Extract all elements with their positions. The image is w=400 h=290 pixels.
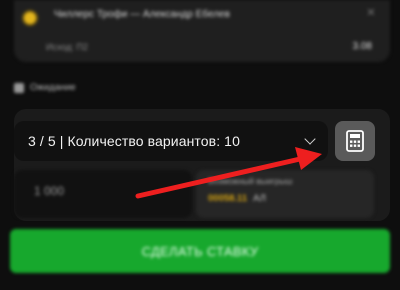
odds-value: 3.08 [352, 41, 372, 52]
clock-icon [14, 82, 24, 93]
close-icon[interactable]: ✕ [364, 6, 378, 20]
section-label: Ожидание [14, 82, 76, 93]
match-title: Чиллерс Трофи — Александр Ебелев [54, 9, 230, 20]
place-bet-label: СДЕЛАТЬ СТАВКУ [141, 243, 259, 259]
potential-win-amount: 00058.11 АЛ [208, 193, 362, 204]
stake-input[interactable]: 1 000 [14, 170, 192, 218]
system-variants-text: 3 / 5 | Количество вариантов: 10 [28, 133, 240, 149]
market-label: Исход: П2 [46, 42, 88, 52]
selection-card: Чиллерс Трофи — Александр Ебелев ✕ Исход… [14, 0, 390, 62]
coin-icon [22, 10, 38, 26]
potential-win-label: Возможный выигрыш [208, 176, 293, 186]
potential-win-box: Возможный выигрыш 00058.11 АЛ [196, 170, 374, 218]
calculator-icon [346, 130, 364, 152]
chevron-down-icon [304, 133, 316, 145]
stake-value: 1 000 [34, 184, 65, 198]
section-label-text: Ожидание [30, 82, 76, 93]
system-variants-dropdown[interactable]: 3 / 5 | Количество вариантов: 10 [14, 121, 328, 161]
potential-win-number: 00058.11 [208, 193, 248, 204]
place-bet-button[interactable]: СДЕЛАТЬ СТАВКУ [10, 229, 390, 273]
potential-win-currency: АЛ [253, 193, 266, 204]
calculator-button[interactable] [335, 121, 375, 161]
